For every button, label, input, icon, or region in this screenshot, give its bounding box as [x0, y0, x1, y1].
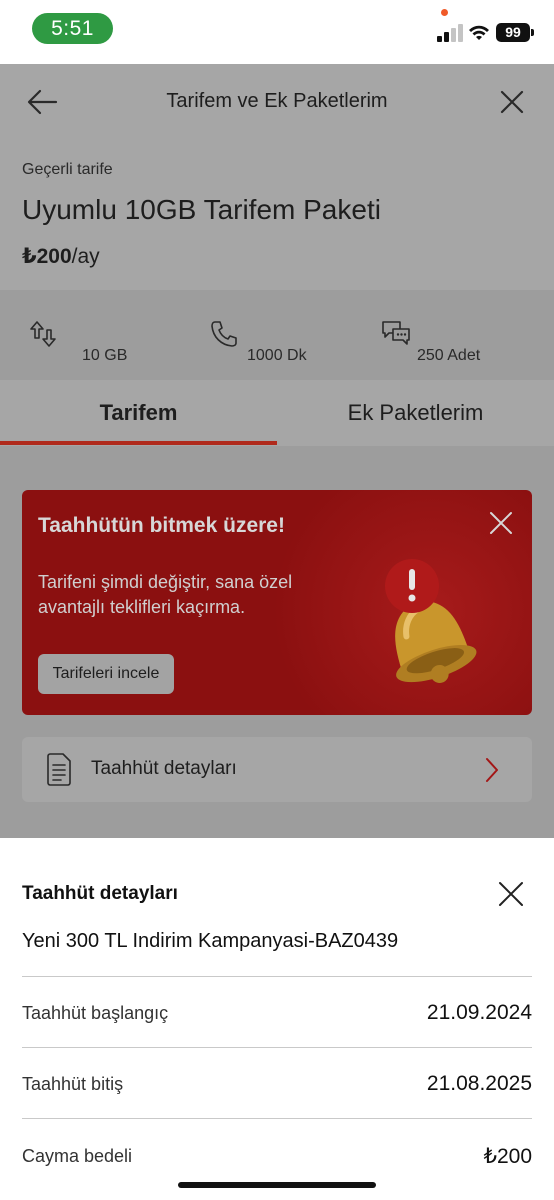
commitment-details-sheet: Taahhüt detayları Yeni 300 TL Indirim Ka… [0, 838, 554, 1200]
phone-icon [211, 321, 237, 347]
tab-tarifem[interactable]: Tarifem [0, 380, 277, 446]
status-bar: 5:51 99 [0, 0, 554, 64]
status-time: 5:51 [32, 13, 113, 44]
divider [22, 1047, 532, 1048]
commitment-details-label: Taahhüt detayları [91, 758, 237, 779]
close-icon[interactable] [497, 880, 525, 908]
close-icon[interactable] [488, 510, 514, 536]
price-amount: ₺200 [22, 245, 72, 268]
commitment-end-value: 21.08.2025 [426, 1072, 532, 1095]
commitment-details-row[interactable]: Taahhüt detayları [22, 737, 532, 802]
document-icon [47, 753, 71, 786]
current-tariff-label: Geçerli tarife [22, 161, 113, 178]
data-allowance: 10 GB [82, 347, 128, 364]
banner-text: Tarifeni şimdi değiştir, sana özel avant… [38, 572, 293, 617]
cancellation-fee-value: ₺200 [483, 1145, 532, 1168]
tariff-header: Tarifem ve Ek Paketlerim Geçerli tarife … [0, 64, 554, 290]
page-title: Tarifem ve Ek Paketlerim [166, 90, 388, 112]
plan-allowances: 10 GB 1000 Dk 250 Adet [0, 290, 554, 380]
bell-alert-icon [385, 559, 477, 683]
price-period: /ay [71, 245, 100, 268]
sms-allowance: 250 Adet [417, 347, 481, 364]
tab-bar: Tarifem Ek Paketlerim [0, 380, 554, 446]
recording-indicator-dot [441, 9, 448, 16]
chevron-right-icon [486, 758, 498, 782]
campaign-name: Yeni 300 TL Indirim Kampanyasi-BAZ0439 [22, 930, 399, 952]
banner-title: Taahhütün bitmek üzere! [38, 514, 285, 537]
commitment-end-label: Taahhüt bitiş [22, 1074, 124, 1094]
active-tab-indicator [0, 441, 277, 445]
app-background: Tarifem ve Ek Paketlerim Geçerli tarife … [0, 64, 554, 838]
divider [22, 976, 532, 977]
cancellation-fee-label: Cayma bedeli [22, 1146, 133, 1166]
tab-ek-paketlerim[interactable]: Ek Paketlerim [277, 380, 554, 446]
divider [22, 1118, 532, 1119]
commitment-ending-banner: Taahhütün bitmek üzere! Tarifeni şimdi d… [22, 490, 532, 715]
commitment-start-value: 21.09.2024 [426, 1001, 532, 1024]
data-transfer-icon [30, 321, 56, 347]
view-tariffs-button[interactable]: Tarifeleri incele [38, 654, 174, 694]
battery-cap [531, 29, 534, 36]
close-icon[interactable] [496, 86, 528, 118]
minutes-allowance: 1000 Dk [247, 347, 307, 364]
cellular-signal-icon [437, 24, 463, 42]
plan-price: ₺200/ay [22, 244, 100, 269]
commitment-start-label: Taahhüt başlangıç [22, 1003, 169, 1023]
sheet-title: Taahhüt detayları [22, 883, 178, 904]
home-indicator [178, 1182, 376, 1188]
plan-name: Uyumlu 10GB Tarifem Paketi [22, 194, 381, 225]
chat-bubbles-icon [382, 321, 410, 345]
wifi-icon [469, 25, 489, 40]
battery-indicator: 99 [496, 23, 530, 42]
